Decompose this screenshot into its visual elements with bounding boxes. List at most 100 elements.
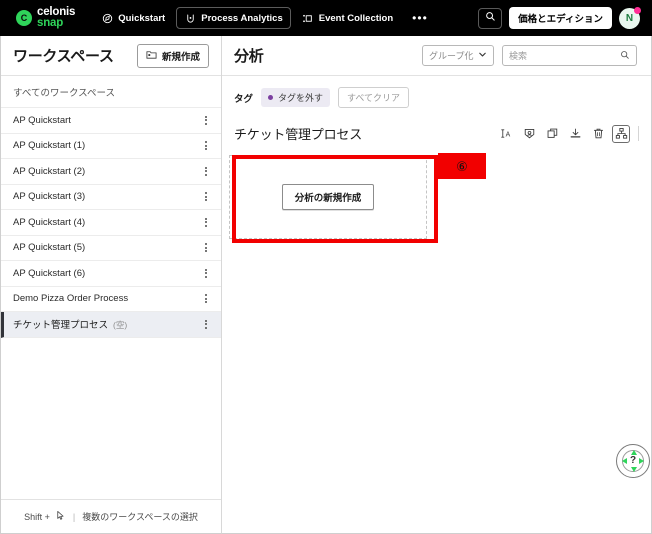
analysis-dropzone-wrapper: 分析の新規作成 — [229, 155, 639, 239]
analytics-icon — [184, 12, 196, 24]
main-header: 分析 グループ化 — [222, 36, 651, 76]
sidebar-title: ワークスペース — [13, 48, 114, 65]
delete-icon[interactable] — [589, 124, 607, 143]
help-question-mark: ? — [629, 455, 637, 466]
logo-wordmark: celonis snap — [37, 6, 75, 29]
workspace-item-label: Demo Pizza Order Process — [13, 293, 129, 305]
celonis-logo-icon: C — [16, 10, 32, 26]
group-by-dropdown[interactable]: グループ化 — [422, 45, 494, 66]
tag-section-label: タグ — [234, 93, 254, 105]
help-button[interactable]: ? — [616, 444, 650, 478]
notification-dot — [634, 6, 641, 14]
tag-chip-remove-tag[interactable]: タグを外す — [261, 88, 331, 107]
workspace-item-menu-icon[interactable] — [203, 267, 209, 280]
workspace-item-ap-quickstart-5[interactable]: AP Quickstart (5) — [1, 236, 221, 261]
process-group-header: チケット管理プロセス A — [222, 118, 651, 145]
help-arrow-right-icon — [639, 458, 644, 464]
shift-key-label: Shift + — [24, 511, 50, 522]
workspace-item-label: AP Quickstart (2) — [13, 165, 86, 177]
new-folder-icon — [146, 49, 157, 63]
download-icon[interactable] — [566, 124, 584, 143]
main-content-panel: 分析 グループ化 タグ タグを外す — [222, 36, 652, 534]
rename-icon[interactable]: A — [497, 124, 515, 143]
workspace-item-menu-icon[interactable] — [203, 241, 209, 254]
tag-chip-label: タグを外す — [278, 93, 324, 103]
workspace-item-menu-icon[interactable] — [203, 292, 209, 305]
clear-all-tags-button[interactable]: すべてクリア — [338, 87, 410, 108]
nav-item-process-analytics[interactable]: Process Analytics — [176, 7, 291, 29]
permissions-icon[interactable] — [520, 124, 538, 143]
footer-separator: | — [72, 511, 76, 522]
help-arrow-left-icon — [622, 458, 627, 464]
group-by-label: グループ化 — [429, 51, 474, 61]
workspace-item-label: AP Quickstart — [13, 114, 71, 126]
cursor-icon — [55, 510, 66, 523]
create-workspace-button[interactable]: 新規作成 — [136, 43, 209, 68]
workspace-item-label: AP Quickstart (3) — [13, 191, 86, 203]
create-analysis-button[interactable]: 分析の新規作成 — [281, 184, 375, 210]
workspace-item-ap-quickstart-6[interactable]: AP Quickstart (6) — [1, 261, 221, 287]
svg-text:A: A — [505, 132, 510, 139]
tag-filter-row: タグ タグを外す すべてクリア — [222, 76, 651, 118]
workspace-item-menu-icon[interactable] — [203, 190, 209, 203]
duplicate-icon[interactable] — [543, 124, 561, 143]
chevron-down-icon — [478, 50, 487, 61]
workspace-item-ap-quickstart-1[interactable]: AP Quickstart (1) — [1, 134, 221, 159]
multi-select-hint-label: 複数のワークスペースの選択 — [82, 512, 198, 522]
nav-item-process-analytics-label: Process Analytics — [201, 12, 283, 24]
top-navigation-right-group: 価格とエディション N — [478, 6, 642, 29]
analysis-search-box[interactable] — [502, 45, 637, 66]
celonis-snap-logo[interactable]: C celonis snap — [16, 6, 75, 29]
tag-color-dot-icon — [268, 95, 274, 100]
workspace-item-menu-icon[interactable] — [203, 139, 209, 152]
page-title: 分析 — [234, 48, 264, 65]
workspace-item-ap-quickstart-3[interactable]: AP Quickstart (3) — [1, 185, 221, 210]
process-group-title: チケット管理プロセス — [234, 127, 363, 142]
avatar-initial: N — [625, 12, 634, 24]
search-input[interactable] — [509, 50, 614, 61]
workspace-item-label: チケット管理プロセス — [13, 320, 109, 332]
workspace-item-label: AP Quickstart (4) — [13, 216, 86, 228]
pricing-and-editions-button[interactable]: 価格とエディション — [509, 7, 612, 29]
user-avatar[interactable]: N — [619, 6, 641, 29]
celonis-logo-mark-letter: C — [20, 12, 28, 23]
nav-item-event-collection[interactable]: Event Collection — [294, 7, 401, 29]
analysis-dropzone[interactable]: 分析の新規作成 — [229, 155, 427, 239]
create-workspace-label: 新規作成 — [161, 51, 200, 63]
nav-item-event-collection-label: Event Collection — [318, 12, 394, 24]
workspace-list: すべてのワークスペース AP Quickstart AP Quickstart … — [1, 76, 221, 499]
workspace-item-label: AP Quickstart (6) — [13, 267, 86, 279]
toolbar-divider — [638, 126, 639, 141]
global-search-button[interactable] — [478, 7, 503, 29]
process-toolbar: A — [497, 124, 639, 143]
nav-item-quickstart-label: Quickstart — [118, 12, 166, 24]
compass-icon — [101, 12, 113, 24]
search-icon — [485, 9, 496, 27]
workspace-item-ap-quickstart-4[interactable]: AP Quickstart (4) — [1, 210, 221, 236]
workspace-item-menu-icon[interactable] — [203, 216, 209, 229]
help-arrow-up-icon — [631, 450, 637, 455]
all-workspaces-label: すべてのワークスペース — [1, 76, 221, 108]
workspace-item-menu-icon[interactable] — [203, 318, 209, 331]
workspace-item-ap-quickstart-2[interactable]: AP Quickstart (2) — [1, 159, 221, 185]
workspace-item-label: AP Quickstart (1) — [13, 140, 86, 152]
hierarchy-icon[interactable] — [612, 124, 630, 143]
nav-item-quickstart[interactable]: Quickstart — [93, 7, 173, 29]
workspace-item-label: AP Quickstart (5) — [13, 242, 86, 254]
workspace-item-menu-icon[interactable] — [203, 165, 209, 178]
sidebar-header: ワークスペース 新規作成 — [1, 36, 221, 76]
workspace-sidebar: ワークスペース 新規作成 すべてのワークスペース AP Quickstart A… — [0, 36, 222, 534]
nav-overflow-menu-button[interactable]: ••• — [404, 12, 436, 24]
logo-line-snap: snap — [37, 17, 64, 29]
workspace-item-ap-quickstart[interactable]: AP Quickstart — [1, 108, 221, 134]
workspace-item-ticket-management-process[interactable]: チケット管理プロセス (空) — [1, 312, 221, 338]
workspace-item-menu-icon[interactable] — [203, 114, 209, 127]
top-navigation-bar: C celonis snap Quickstart Process Analyt… — [0, 0, 652, 36]
app-root: C celonis snap Quickstart Process Analyt… — [0, 0, 652, 534]
help-arrow-down-icon — [631, 467, 637, 472]
main-header-controls: グループ化 — [422, 45, 637, 66]
search-icon[interactable] — [620, 47, 630, 65]
event-collection-icon — [302, 12, 314, 24]
workspace-item-demo-pizza-order-process[interactable]: Demo Pizza Order Process — [1, 287, 221, 312]
sidebar-footer-hint: Shift + | 複数のワークスペースの選択 — [1, 499, 221, 533]
